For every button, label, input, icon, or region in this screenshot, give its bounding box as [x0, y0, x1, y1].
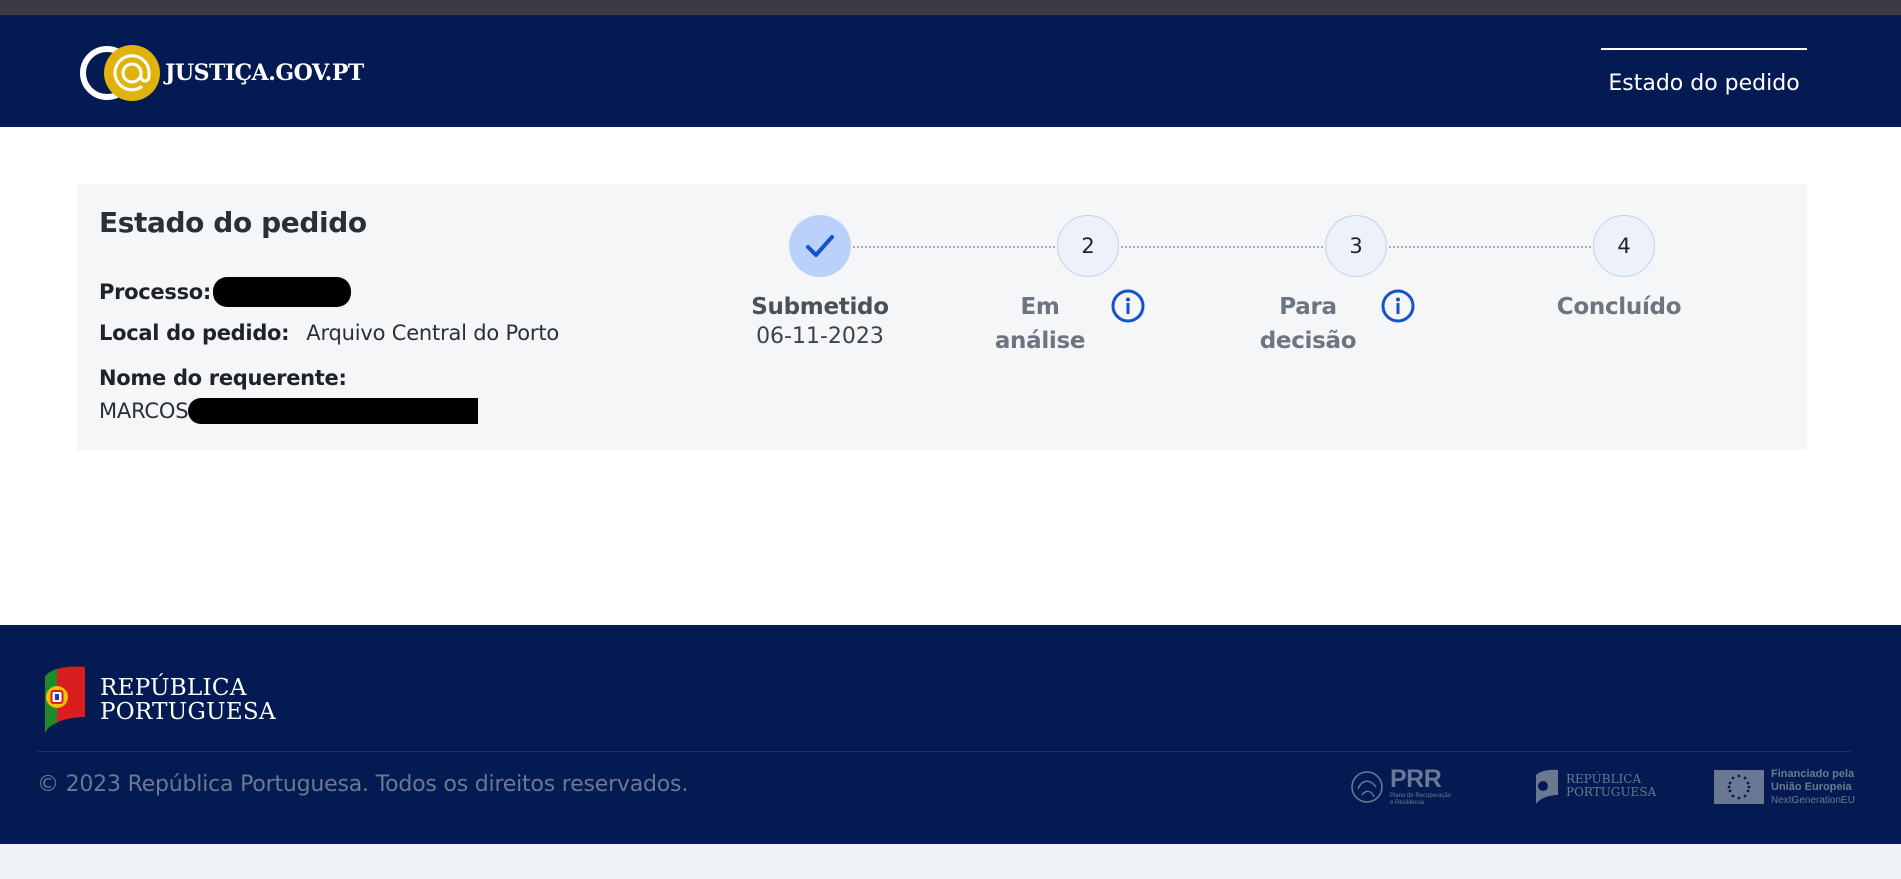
check-icon [806, 235, 834, 257]
eu-line1: Financiado pela [1771, 768, 1855, 780]
step-3-circle: 3 [1325, 215, 1387, 277]
main-content: Estado do pedido Processo: Local do pedi… [0, 127, 1901, 625]
page-bottom-area [0, 844, 1901, 879]
step-2-circle: 2 [1057, 215, 1119, 277]
step-connector [1389, 246, 1591, 248]
footer-brand-line1: REPÚBLICA [100, 675, 247, 701]
brand-name: JUSTIÇA.GOV.PT [165, 60, 364, 86]
eu-line2: União Europeia [1771, 781, 1852, 793]
footer-brand-text: REPÚBLICA PORTUGUESA [100, 676, 276, 724]
step-connector [853, 246, 1055, 248]
footer-brand-link[interactable]: REPÚBLICA PORTUGUESA [37, 665, 276, 735]
step-4-circle: 4 [1593, 215, 1655, 277]
portugal-flag-icon [45, 666, 85, 733]
prr-logo: PRR Plano de Recuperação e Resiliência [1350, 765, 1460, 807]
step-1-date: 06-11-2023 [756, 324, 884, 349]
prr-subtitle: Plano de Recuperação e Resiliência [1390, 793, 1451, 807]
step-connector [1121, 246, 1323, 248]
justica-logo-icon [77, 43, 163, 103]
copyright-text: © 2023 República Portuguesa. Todos os di… [37, 772, 689, 797]
eu-funding-logo: Financiado pela União Europeia NextGener… [1714, 767, 1855, 807]
browser-chrome-strip [0, 0, 1901, 15]
step-1-label: Submetido [751, 294, 889, 320]
footer-divider [37, 751, 1851, 752]
prr-subtitle-line1: Plano de Recuperação [1390, 793, 1452, 799]
status-stepper: Submetido 06-11-2023 2 Em análise 3 Para… [77, 184, 1807, 450]
step-2-info-icon[interactable] [1111, 289, 1145, 323]
step-3-info-icon[interactable] [1381, 289, 1415, 323]
eu-flag-icon [1714, 770, 1764, 804]
portugal-emblem-icon [1536, 769, 1558, 804]
republica-portuguesa-text: REPÚBLICA PORTUGUESA [1566, 773, 1656, 799]
eu-funding-text: Financiado pela União Europeia NextGener… [1771, 768, 1855, 807]
prr-subtitle-line2: e Resiliência [1390, 800, 1425, 806]
nav-item-estado-do-pedido[interactable]: Estado do pedido [1601, 48, 1807, 110]
request-status-card: Estado do pedido Processo: Local do pedi… [77, 184, 1807, 450]
step-4-label: Concluído [1556, 294, 1682, 320]
eu-line3: NextGenerationEU [1771, 795, 1855, 806]
top-bar: JUSTIÇA.GOV.PT Estado do pedido [0, 15, 1901, 127]
rp-line2: PORTUGUESA [1566, 785, 1657, 799]
step-3-label: Para decisão [1259, 294, 1357, 354]
site-footer: REPÚBLICA PORTUGUESA © 2023 República Po… [0, 625, 1901, 844]
prr-emblem-icon [1351, 771, 1383, 803]
step-2-label: Em análise [994, 294, 1086, 354]
prr-title: PRR [1390, 765, 1442, 793]
step-1-circle [789, 215, 851, 277]
footer-brand-line2: PORTUGUESA [100, 699, 276, 725]
republica-portuguesa-logo: REPÚBLICA PORTUGUESA [1532, 767, 1656, 807]
brand-logo-link[interactable]: JUSTIÇA.GOV.PT [77, 43, 364, 103]
